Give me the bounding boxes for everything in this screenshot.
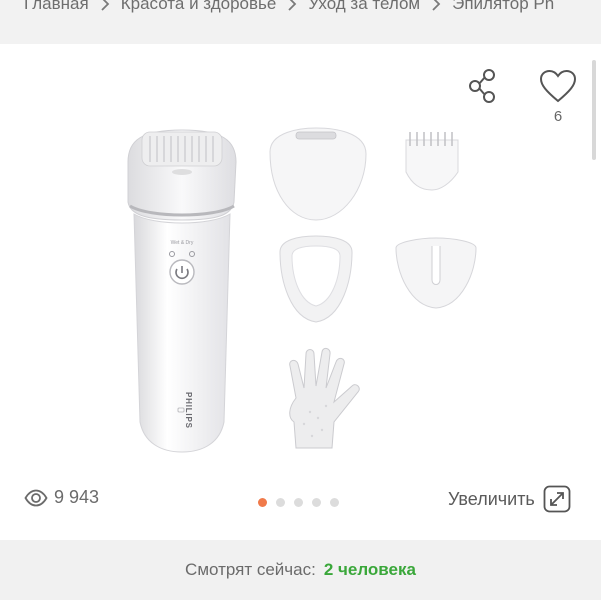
chevron-right-icon: [288, 0, 297, 11]
heart-icon: [539, 69, 577, 103]
gallery-pagination: [258, 498, 339, 507]
breadcrumb-item-current[interactable]: Эпилятор Ph: [452, 0, 554, 14]
share-button[interactable]: [466, 68, 500, 104]
expand-icon: [543, 485, 571, 513]
chevron-right-icon: [432, 0, 441, 11]
breadcrumb-bar: Главная Красота и здоровье Уход за телом…: [0, 0, 601, 44]
zoom-label: Увеличить: [448, 488, 535, 509]
zoom-button[interactable]: Увеличить: [448, 485, 571, 513]
views-counter: 9 943: [24, 487, 99, 508]
breadcrumb-item-home[interactable]: Главная: [24, 0, 89, 14]
share-icon: [469, 69, 495, 103]
chevron-right-icon: [101, 0, 109, 11]
favorite-button[interactable]: [538, 68, 578, 104]
breadcrumb: Главная Красота и здоровье Уход за телом…: [24, 0, 554, 14]
product-image[interactable]: Wet & Dry PHILIPS: [120, 122, 490, 462]
watching-now-bar: Смотрят сейчас: 2 человека: [0, 540, 601, 600]
brand-label: PHILIPS: [184, 392, 193, 429]
eye-icon: [24, 489, 48, 506]
watching-now-label: Смотрят сейчас:: [185, 560, 316, 579]
breadcrumb-item-body-care[interactable]: Уход за телом: [308, 0, 420, 14]
gallery-dot-2[interactable]: [276, 498, 285, 507]
breadcrumb-item-beauty-health[interactable]: Красота и здоровье: [121, 0, 277, 14]
favorites-count: 6: [553, 108, 563, 125]
gallery-dot-3[interactable]: [294, 498, 303, 507]
gallery-dot-4[interactable]: [312, 498, 321, 507]
scrollbar[interactable]: [592, 60, 596, 160]
gallery-dot-1[interactable]: [258, 498, 267, 507]
epilator-kit-image: Wet & Dry PHILIPS: [127, 127, 477, 453]
watching-now-value: 2 человека: [323, 560, 416, 579]
gallery-dot-5[interactable]: [330, 498, 339, 507]
views-count: 9 943: [54, 487, 100, 507]
wet-dry-label: Wet & Dry: [171, 240, 194, 246]
